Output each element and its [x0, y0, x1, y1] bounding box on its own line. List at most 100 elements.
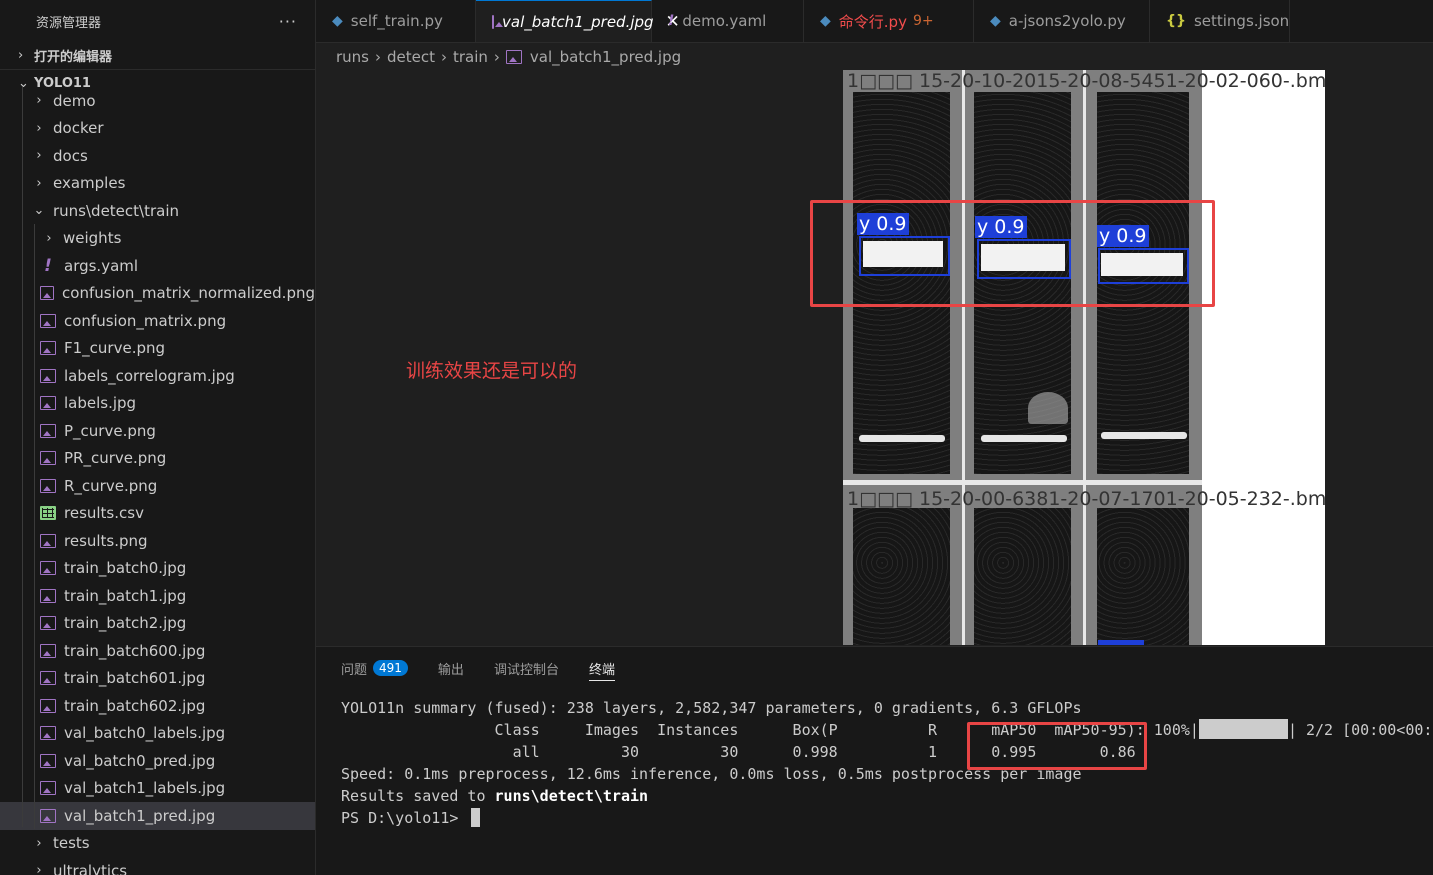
file-item[interactable]: labels.jpg [0, 390, 315, 418]
sample-image-5 [974, 508, 1071, 645]
yaml-icon: ! [668, 13, 675, 29]
image-file-icon [40, 286, 55, 301]
file-item[interactable]: train_batch600.jpg [0, 637, 315, 665]
terminal-line-saved: Results saved to [341, 787, 495, 805]
tab-debug-console[interactable]: 调试控制台 [494, 647, 559, 689]
file-item[interactable]: F1_curve.png [0, 335, 315, 363]
file-item[interactable]: confusion_matrix.png [0, 307, 315, 335]
image-file-icon [40, 616, 56, 631]
image-file-icon [40, 671, 56, 686]
folder-item[interactable]: › docs [0, 142, 315, 170]
grid-row2-header: 1□□□ 15-20-00-6381-20-07-1701-20-05-232-… [847, 488, 1325, 510]
folder-item[interactable]: › demo [0, 87, 315, 115]
chevron-right-icon: › [36, 93, 42, 109]
more-actions-icon[interactable]: ··· [279, 12, 297, 31]
breadcrumb-separator-icon: › [441, 48, 447, 66]
problems-count-badge: 491 [373, 660, 408, 676]
file-item[interactable]: train_batch602.jpg [0, 692, 315, 720]
file-item[interactable]: train_batch0.jpg [0, 555, 315, 583]
image-file-icon [40, 451, 56, 466]
open-editors-section[interactable]: › 打开的编辑器 [0, 42, 315, 69]
file-item[interactable]: val_batch1_labels.jpg [0, 775, 315, 803]
image-file-icon [40, 643, 56, 658]
file-item[interactable]: PR_curve.png [0, 445, 315, 473]
image-file-icon [40, 588, 56, 603]
image-icon [492, 14, 503, 29]
highlight-detections [810, 200, 1215, 307]
tab-label: 命令行.py [838, 12, 907, 31]
terminal-line-progress: | 2/2 [00:00<00:0 [1287, 721, 1433, 739]
breadcrumb-item[interactable]: detect [387, 48, 435, 66]
file-item[interactable]: val_batch1_pred.jpg [0, 802, 315, 830]
folder-item[interactable]: › examples [0, 170, 315, 198]
editor-tab[interactable]: ◆ self_train.py [316, 0, 476, 42]
tree-item-label: confusion_matrix.png [64, 311, 227, 330]
grid-row1-header: 1□□□ 15-20-10-2015-20-08-5451-20-02-060-… [847, 70, 1325, 92]
highlight-map-metrics [967, 722, 1147, 770]
tree-item-label: tests [53, 834, 90, 853]
file-item[interactable]: confusion_matrix_normalized.png [0, 280, 315, 308]
bottom-panel: 问题 491 输出 调试控制台 终端 YOLO11n summary (fused… [316, 646, 1433, 875]
image-file-icon [40, 753, 56, 768]
file-item[interactable]: val_batch0_pred.jpg [0, 747, 315, 775]
folder-item[interactable]: ⌄ runs\detect\train [0, 197, 315, 225]
python-icon: ◆ [332, 13, 343, 29]
terminal-line-summary: YOLO11n summary (fused): 238 layers, 2,5… [341, 699, 1082, 717]
tab-label: val_batch1_pred.jpg [502, 12, 654, 31]
chevron-right-icon: › [36, 148, 42, 164]
folder-item[interactable]: › ultralytics [0, 857, 315, 875]
tree-item-label: val_batch0_pred.jpg [64, 751, 216, 770]
tree-item-label: val_batch1_labels.jpg [64, 779, 226, 798]
tree-item-label: weights [63, 229, 122, 248]
tab-problems[interactable]: 问题 491 [341, 647, 408, 689]
folder-item[interactable]: › tests [0, 830, 315, 858]
file-item[interactable]: results.csv [0, 500, 315, 528]
tree-item-label: F1_curve.png [64, 339, 166, 358]
json-icon: {} [1166, 13, 1186, 29]
editor-tab[interactable]: ◆ a-jsons2yolo.py [974, 0, 1150, 42]
image-file-icon [40, 313, 56, 328]
file-item[interactable]: labels_correlogram.jpg [0, 362, 315, 390]
image-file-icon [40, 478, 56, 493]
breadcrumb-item[interactable]: train [453, 48, 488, 66]
breadcrumb: runs › detect › train › val_batch1_pred.jpg [336, 46, 681, 68]
file-item[interactable]: train_batch601.jpg [0, 665, 315, 693]
image-viewer[interactable]: 1□□□ 15-20-10-2015-20-08-5451-20-02-060-… [843, 70, 1325, 645]
editor-tab[interactable]: ◆ 命令行.py 9+ [804, 0, 974, 42]
folder-item[interactable]: › docker [0, 115, 315, 143]
terminal-output[interactable]: YOLO11n summary (fused): 238 layers, 2,5… [341, 697, 1433, 829]
chevron-right-icon: › [46, 230, 52, 246]
file-item[interactable]: results.png [0, 527, 315, 555]
csv-file-icon [40, 506, 56, 521]
image-file-icon [40, 423, 56, 438]
file-item[interactable]: train_batch1.jpg [0, 582, 315, 610]
tree-item-label: runs\detect\train [53, 201, 180, 220]
file-item[interactable]: val_batch0_labels.jpg [0, 720, 315, 748]
tree-item-label: train_batch1.jpg [64, 586, 187, 605]
image-file-icon [40, 341, 56, 356]
image-file-icon [40, 698, 56, 713]
tree-item-label: train_batch0.jpg [64, 559, 187, 578]
breadcrumb-item[interactable]: val_batch1_pred.jpg [530, 48, 681, 66]
file-item[interactable]: P_curve.png [0, 417, 315, 445]
breadcrumb-separator-icon: › [493, 48, 500, 66]
tab-output[interactable]: 输出 [438, 647, 464, 689]
breadcrumb-item[interactable]: runs [336, 48, 369, 66]
tab-terminal[interactable]: 终端 [588, 647, 615, 689]
terminal-prompt: PS D:\yolo11> [341, 809, 468, 827]
explorer-header: 资源管理器 ··· [0, 0, 315, 42]
tab-label: settings.json [1193, 12, 1290, 30]
editor-tab[interactable]: {} settings.json [1150, 0, 1290, 42]
tab-label: demo.yaml [682, 12, 767, 30]
tree-item-label: examples [53, 174, 126, 193]
tree-item-label: ultralytics [53, 861, 128, 875]
editor-tab[interactable]: val_batch1_pred.jpg ✕ [476, 0, 680, 42]
tree-item-label: demo [53, 91, 96, 110]
file-item[interactable]: train_batch2.jpg [0, 610, 315, 638]
folder-item[interactable]: › weights [0, 225, 315, 253]
tree-item-label: results.csv [64, 504, 144, 523]
file-item[interactable]: R_curve.png [0, 472, 315, 500]
editor-tab[interactable]: ! demo.yaml [652, 0, 804, 42]
file-item[interactable]: ! args.yaml [0, 252, 315, 280]
tree-item-label: labels.jpg [64, 394, 137, 413]
